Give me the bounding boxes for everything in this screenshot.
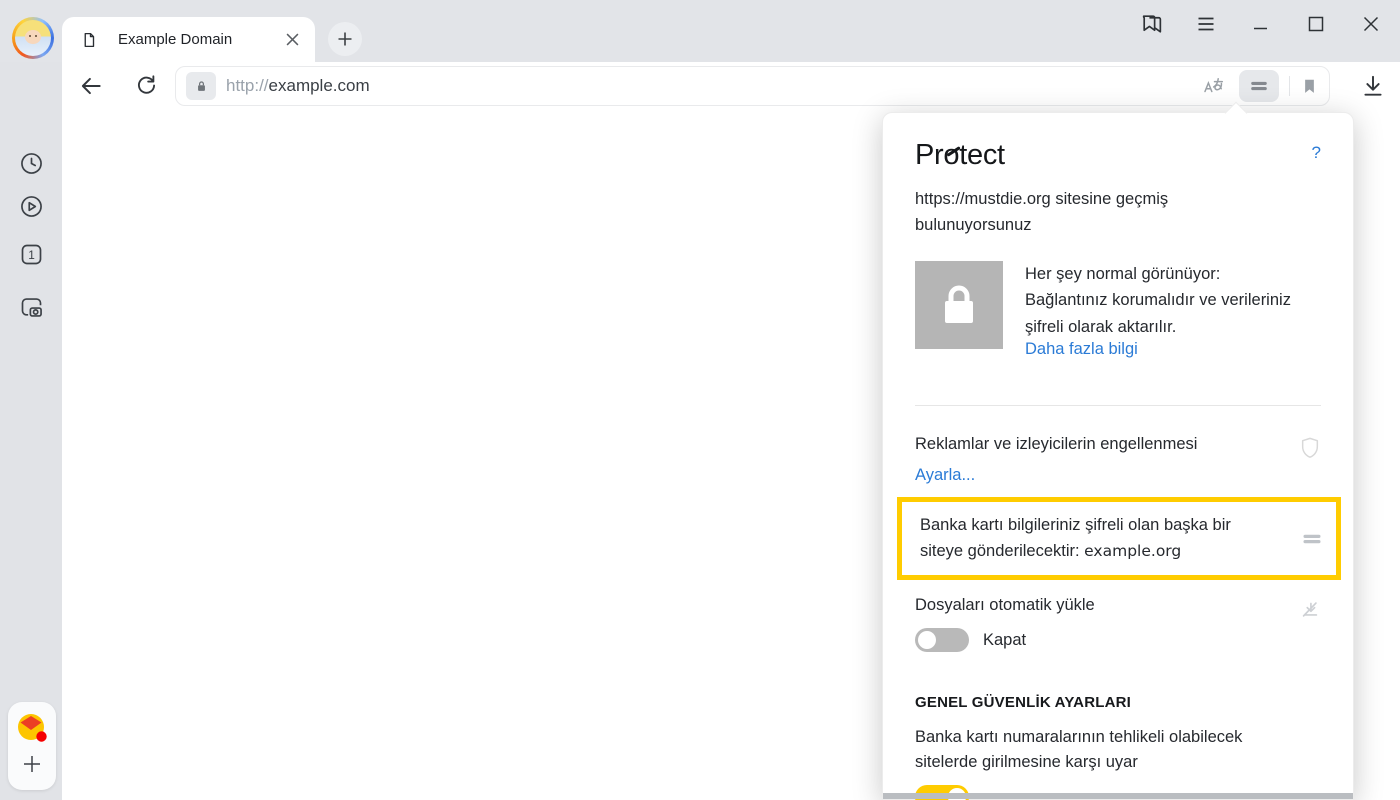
toolbar: http://example.com <box>62 62 1400 110</box>
protect-popup: Protect ? https://mustdie.org sitesine g… <box>882 112 1354 800</box>
browser-tab[interactable]: Example Domain <box>62 17 315 62</box>
back-button[interactable] <box>78 73 104 99</box>
autoload-off-icon <box>1299 598 1321 620</box>
profile-avatar[interactable] <box>12 17 54 59</box>
translate-icon[interactable] <box>1199 74 1227 98</box>
svg-text:1: 1 <box>28 248 35 262</box>
tab-bar: Example Domain <box>0 0 1400 62</box>
url-text[interactable]: http://example.com <box>226 76 370 96</box>
popup-divider <box>915 405 1321 406</box>
sidebar: 1 <box>0 62 62 800</box>
sidebar-widget-pill <box>8 702 56 790</box>
tab-title: Example Domain <box>118 31 284 48</box>
bookmark-icon[interactable] <box>1300 77 1319 96</box>
connection-status-text: Her şey normal görünüyor: Bağlantınız ko… <box>1025 261 1295 340</box>
screenshot-icon[interactable] <box>18 294 45 321</box>
window-maximize-button[interactable] <box>1305 11 1327 37</box>
bank-card-icon <box>1300 527 1324 551</box>
side-panels-icon[interactable] <box>1139 11 1164 37</box>
popup-title: Protect <box>915 139 1005 172</box>
window-minimize-button[interactable] <box>1250 11 1272 37</box>
url-host: example.com <box>269 76 370 95</box>
window-close-button[interactable] <box>1360 11 1382 37</box>
shield-icon <box>1299 436 1321 460</box>
ads-configure-link[interactable]: Ayarla... <box>915 466 1321 485</box>
tabs-count-icon[interactable]: 1 <box>18 241 45 268</box>
visited-site-text: https://mustdie.org sitesine geçmiş bulu… <box>915 186 1215 239</box>
url-scheme: http:// <box>226 76 269 95</box>
address-bar[interactable]: http://example.com <box>175 66 1330 106</box>
autoload-files-label: Dosyaları otomatik yükle <box>915 596 1095 615</box>
connection-lock-tile <box>915 261 1003 349</box>
page-favicon-icon <box>80 31 98 49</box>
reload-button[interactable] <box>134 73 159 98</box>
mail-icon[interactable] <box>15 711 49 745</box>
card-warning-box: Banka kartı bilgileriniz şifreli olan ba… <box>897 497 1341 580</box>
protect-card-icon[interactable] <box>1239 70 1279 102</box>
tab-close-icon[interactable] <box>284 31 301 48</box>
popup-clipped-edge <box>883 793 1353 799</box>
site-lock-icon[interactable] <box>186 72 216 100</box>
card-numbers-warning-text: Banka kartı numaralarının tehlikeli olab… <box>915 725 1277 775</box>
autoload-toggle[interactable] <box>915 628 969 652</box>
add-widget-button[interactable] <box>22 754 42 774</box>
downloads-button[interactable] <box>1360 73 1386 99</box>
help-link[interactable]: ? <box>1312 143 1321 163</box>
ads-blocking-label: Reklamlar ve izleyicilerin engellenmesi <box>915 435 1197 454</box>
history-icon[interactable] <box>18 150 45 177</box>
browser-menu-icon[interactable] <box>1196 11 1216 37</box>
general-security-header: GENEL GÜVENLİK AYARLARI <box>915 694 1321 711</box>
autoload-toggle-label: Kapat <box>983 631 1026 650</box>
video-player-icon[interactable] <box>18 193 45 220</box>
more-info-link[interactable]: Daha fazla bilgi <box>1025 340 1295 359</box>
omnibox-separator <box>1289 76 1290 96</box>
avatar-image <box>15 20 51 56</box>
new-tab-button[interactable] <box>328 22 362 56</box>
card-warning-text: Banka kartı bilgileriniz şifreli olan ba… <box>920 513 1276 564</box>
card-warning-domain: example.org <box>1084 542 1181 560</box>
